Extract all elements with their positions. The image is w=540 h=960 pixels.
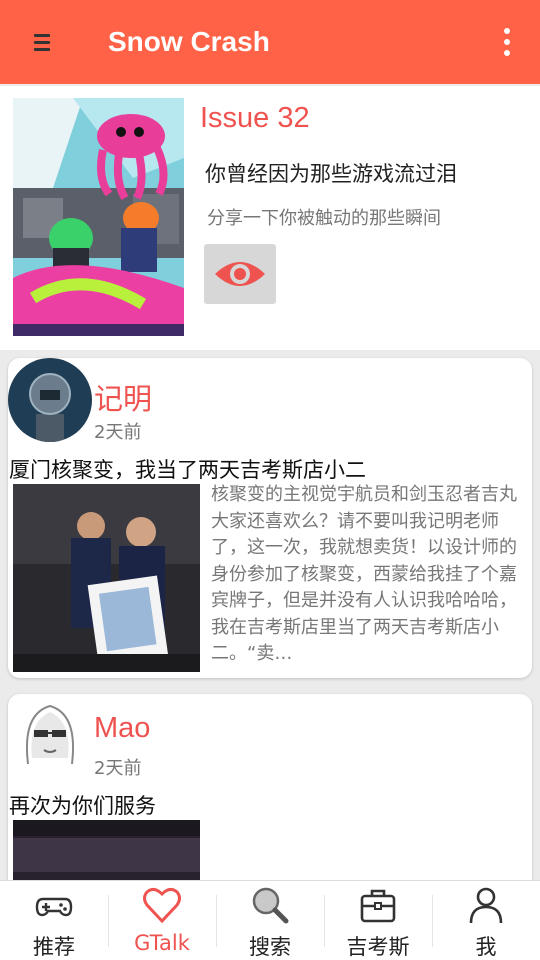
tab-label: 推荐 bbox=[33, 935, 75, 959]
tab-gtalk[interactable]: GTalk bbox=[108, 881, 216, 960]
more-options-icon[interactable] bbox=[490, 24, 524, 60]
app-bar: Snow Crash bbox=[0, 0, 540, 84]
tab-recommend[interactable]: 推荐 bbox=[0, 881, 108, 960]
avatar[interactable] bbox=[8, 694, 92, 778]
post-title[interactable]: 厦门核聚变，我当了两天吉考斯店小二 bbox=[9, 454, 366, 484]
issue-subtitle: 分享一下你被触动的那些瞬间 bbox=[207, 208, 441, 229]
post-author[interactable]: Mao bbox=[94, 712, 150, 745]
tab-me[interactable]: 我 bbox=[432, 881, 540, 960]
person-icon bbox=[469, 887, 503, 924]
tab-search[interactable]: 搜索 bbox=[216, 881, 324, 960]
post-card[interactable]: 记明 2天前 厦门核聚变，我当了两天吉考斯店小二 核聚变的主视觉宇航员和剑玉忍者… bbox=[8, 358, 532, 678]
tab-label: GTalk bbox=[134, 931, 190, 955]
eye-icon bbox=[215, 262, 265, 286]
app-title: Snow Crash bbox=[108, 26, 270, 57]
post-title[interactable]: 再次为你们服务 bbox=[9, 790, 156, 820]
post-excerpt: 核聚变的主视觉宇航员和剑玉忍者吉丸大家还喜欢么？请不要叫我记明老师了，这一次，我… bbox=[211, 484, 517, 662]
tab-label: 我 bbox=[475, 935, 497, 959]
post-image bbox=[13, 484, 200, 672]
post-author[interactable]: 记明 bbox=[94, 376, 152, 418]
menu-icon[interactable] bbox=[26, 26, 58, 58]
issue-number: Issue 32 bbox=[200, 102, 310, 134]
view-issue-button[interactable] bbox=[204, 244, 276, 304]
issue-card[interactable]: Issue 32 你曾经因为那些游戏流过泪 分享一下你被触动的那些瞬间 bbox=[0, 86, 540, 350]
gamepad-icon bbox=[35, 897, 73, 917]
avatar[interactable] bbox=[8, 358, 92, 442]
issue-cover-image bbox=[13, 98, 184, 336]
briefcase-icon bbox=[360, 889, 396, 923]
heart-icon bbox=[143, 887, 181, 924]
tab-gcores[interactable]: 吉考斯 bbox=[324, 881, 432, 960]
tab-label: 搜索 bbox=[249, 935, 291, 959]
post-time: 2天前 bbox=[94, 758, 142, 779]
bottom-tab-bar: 推荐 GTalk 搜索 吉考斯 我 bbox=[0, 880, 540, 960]
issue-headline: 你曾经因为那些游戏流过泪 bbox=[205, 162, 457, 186]
tab-label: 吉考斯 bbox=[346, 935, 410, 959]
post-time: 2天前 bbox=[94, 422, 142, 443]
magnifier-icon bbox=[252, 887, 289, 924]
